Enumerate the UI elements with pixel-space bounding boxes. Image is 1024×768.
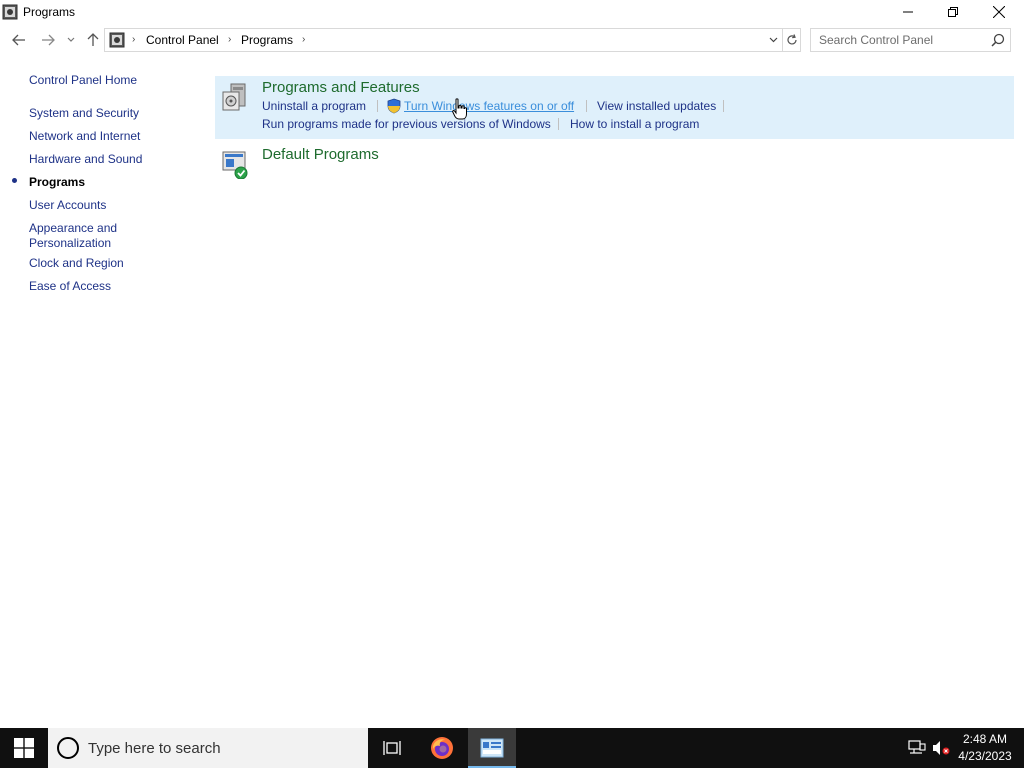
title-bar: Programs xyxy=(0,0,1024,24)
link-divider xyxy=(723,100,724,112)
task-view-icon xyxy=(383,741,401,755)
link-divider xyxy=(377,100,378,112)
forward-button[interactable] xyxy=(38,30,58,50)
control-panel-icon xyxy=(109,32,125,48)
sidebar-item-clock-region[interactable]: Clock and Region xyxy=(29,256,124,271)
taskbar: Type here to search 2:48 AM 4/23/2023 xyxy=(0,728,1024,768)
recent-locations-button[interactable] xyxy=(63,30,79,50)
taskbar-search-box[interactable]: Type here to search xyxy=(48,728,368,768)
sidebar-item-programs[interactable]: Programs xyxy=(29,175,85,190)
search-box[interactable] xyxy=(810,28,1011,52)
windows-logo-icon xyxy=(14,738,34,758)
link-divider xyxy=(586,100,587,112)
address-bar[interactable]: › Control Panel › Programs › xyxy=(104,28,801,52)
sidebar-item-label: Appearance and xyxy=(29,221,118,235)
programs-features-icon[interactable] xyxy=(221,82,249,112)
chevron-right-icon[interactable]: › xyxy=(302,34,305,45)
sidebar-item-home[interactable]: Control Panel Home xyxy=(29,73,137,88)
refresh-button[interactable] xyxy=(782,29,801,51)
breadcrumb-control-panel[interactable]: Control Panel xyxy=(146,33,219,47)
sidebar-item-hardware-sound[interactable]: Hardware and Sound xyxy=(29,152,142,167)
uninstall-program-link[interactable]: Uninstall a program xyxy=(262,99,366,113)
task-view-button[interactable] xyxy=(368,728,416,768)
search-icon[interactable] xyxy=(991,33,1005,47)
window-title: Programs xyxy=(23,5,76,19)
up-button[interactable] xyxy=(83,30,103,50)
firefox-taskbar-button[interactable] xyxy=(418,728,466,768)
category-default-programs: Default Programs xyxy=(215,143,1014,183)
link-divider xyxy=(558,118,559,130)
sidebar-item-network-internet[interactable]: Network and Internet xyxy=(29,129,140,144)
sidebar-item-user-accounts[interactable]: User Accounts xyxy=(29,198,106,213)
cortana-icon xyxy=(57,737,79,759)
chevron-right-icon[interactable]: › xyxy=(132,34,135,45)
arrow-up-icon xyxy=(87,33,99,46)
sidebar-item-appearance[interactable]: Appearance and Personalization xyxy=(29,221,117,251)
close-icon xyxy=(993,6,1005,18)
category-programs-features: Programs and Features Uninstall a progra… xyxy=(215,76,1014,139)
control-panel-icon xyxy=(480,738,504,758)
arrow-right-icon xyxy=(42,34,55,46)
programs-features-title[interactable]: Programs and Features xyxy=(262,79,420,96)
back-button[interactable] xyxy=(9,30,29,50)
chevron-down-icon xyxy=(67,37,75,42)
turn-windows-features-link[interactable]: Turn Windows features on or off xyxy=(404,99,574,113)
chevron-right-icon[interactable]: › xyxy=(228,34,231,45)
arrow-left-icon xyxy=(12,34,25,46)
control-panel-taskbar-button[interactable] xyxy=(468,728,516,768)
close-button[interactable] xyxy=(976,0,1022,24)
taskbar-search-placeholder: Type here to search xyxy=(88,740,221,757)
active-item-bullet xyxy=(12,178,17,183)
clock-time: 2:48 AM xyxy=(962,732,1008,746)
clock-date: 4/23/2023 xyxy=(958,749,1012,763)
sidebar-item-system-security[interactable]: System and Security xyxy=(29,106,139,121)
control-panel-icon xyxy=(2,4,18,20)
minimize-button[interactable] xyxy=(885,0,931,24)
sidebar-item-ease-of-access[interactable]: Ease of Access xyxy=(29,279,111,294)
restore-icon xyxy=(948,7,958,17)
run-older-programs-link[interactable]: Run programs made for previous versions … xyxy=(262,117,551,131)
address-dropdown-button[interactable] xyxy=(765,31,781,49)
navigation-bar: › Control Panel › Programs › xyxy=(0,26,1024,54)
breadcrumb-programs[interactable]: Programs xyxy=(241,33,293,47)
uac-shield-icon xyxy=(387,98,401,114)
start-button[interactable] xyxy=(0,728,48,768)
default-programs-title[interactable]: Default Programs xyxy=(262,146,379,163)
minimize-icon xyxy=(903,11,913,13)
network-icon[interactable] xyxy=(908,740,926,756)
default-programs-icon[interactable] xyxy=(221,149,249,179)
volume-muted-icon[interactable] xyxy=(932,740,950,756)
sidebar-item-label: Personalization xyxy=(29,236,112,250)
how-to-install-link[interactable]: How to install a program xyxy=(570,117,699,131)
firefox-icon xyxy=(431,737,453,759)
restore-button[interactable] xyxy=(930,0,976,24)
view-installed-updates-link[interactable]: View installed updates xyxy=(597,99,716,113)
hand-cursor-icon xyxy=(452,98,467,120)
refresh-icon xyxy=(787,34,797,45)
taskbar-clock[interactable]: 2:48 AM 4/23/2023 xyxy=(950,731,1020,765)
chevron-down-icon xyxy=(769,37,777,43)
search-input[interactable] xyxy=(811,29,987,51)
